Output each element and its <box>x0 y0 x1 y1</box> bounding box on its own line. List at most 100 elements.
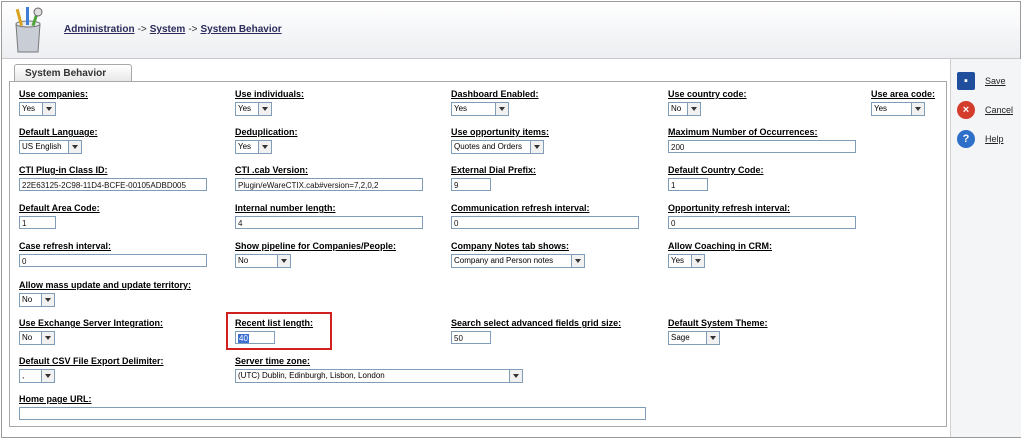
breadcrumb-separator: -> <box>137 24 147 35</box>
field-label: Home page URL: <box>19 394 92 404</box>
case-refresh-input[interactable]: 0 <box>19 254 207 267</box>
use-companies-select[interactable]: Yes <box>19 102 56 116</box>
field-label: Server time zone: <box>235 356 311 366</box>
company-notes-tab-select[interactable]: Company and Person notes <box>451 254 585 268</box>
chevron-down-icon <box>41 370 54 382</box>
field-label: CTI Plug-in Class ID: <box>19 165 108 175</box>
cancel-x-icon: × <box>957 101 975 119</box>
field-label: Communication refresh interval: <box>451 203 590 213</box>
chevron-down-icon <box>68 141 81 153</box>
field-label: Default Language: <box>19 127 98 137</box>
field-default-country-code: Default Country Code: 1 <box>668 165 764 191</box>
default-area-code-input[interactable]: 1 <box>19 216 56 229</box>
internal-number-length-input[interactable]: 4 <box>235 216 423 229</box>
server-time-zone-select[interactable]: (UTC) Dublin, Edinburgh, Lisbon, London <box>235 369 523 383</box>
field-external-dial-prefix: External Dial Prefix: 9 <box>451 165 536 191</box>
field-label: Use country code: <box>668 89 747 99</box>
opportunity-refresh-input[interactable]: 0 <box>668 216 856 229</box>
field-server-time-zone: Server time zone: (UTC) Dublin, Edinburg… <box>235 356 523 383</box>
chevron-down-icon <box>277 255 290 267</box>
field-label: Dashboard Enabled: <box>451 89 539 99</box>
field-label: Use Exchange Server Integration: <box>19 318 164 328</box>
chevron-down-icon <box>495 103 508 115</box>
field-label: Allow mass update and update territory: <box>19 280 192 290</box>
field-label: Maximum Number of Occurrences: <box>668 127 818 137</box>
field-label: Default System Theme: <box>668 318 768 328</box>
allow-mass-update-select[interactable]: No <box>19 293 55 307</box>
use-individuals-select[interactable]: Yes <box>235 102 272 116</box>
field-default-language: Default Language: US English <box>19 127 98 154</box>
use-area-code-select[interactable]: Yes <box>871 102 925 116</box>
chevron-down-icon <box>258 103 271 115</box>
cti-plugin-class-id-input[interactable]: 22E63125-2C98-11D4-BCFE-00105ADBD005 <box>19 178 207 191</box>
chevron-down-icon <box>42 103 55 115</box>
default-country-code-input[interactable]: 1 <box>668 178 708 191</box>
use-country-code-select[interactable]: No <box>668 102 701 116</box>
breadcrumb-system[interactable]: System <box>150 24 186 35</box>
field-use-exchange: Use Exchange Server Integration: No <box>19 318 163 345</box>
chevron-down-icon <box>691 255 704 267</box>
home-page-url-input[interactable] <box>19 407 646 420</box>
field-company-notes-tab: Company Notes tab shows: Company and Per… <box>451 241 585 268</box>
field-label: Default CSV File Export Delimiter: <box>19 356 164 366</box>
breadcrumb-administration[interactable]: Administration <box>64 24 135 35</box>
field-internal-number-length: Internal number length: 4 <box>235 203 423 229</box>
chevron-down-icon <box>41 332 54 344</box>
cancel-button[interactable]: × Cancel <box>957 101 1013 119</box>
cancel-label: Cancel <box>985 105 1014 115</box>
tab-system-behavior[interactable]: System Behavior <box>14 64 132 81</box>
save-button[interactable]: ▪ Save <box>957 72 1006 90</box>
chevron-down-icon <box>911 103 924 115</box>
chevron-down-icon <box>687 103 700 115</box>
default-theme-select[interactable]: Sage <box>668 331 720 345</box>
field-label: Case refresh interval: <box>19 241 112 251</box>
allow-coaching-select[interactable]: Yes <box>668 254 705 268</box>
field-label: Show pipeline for Companies/People: <box>235 241 397 251</box>
use-opportunity-items-select[interactable]: Quotes and Orders <box>451 140 544 154</box>
field-allow-coaching: Allow Coaching in CRM: Yes <box>668 241 772 268</box>
chevron-down-icon <box>41 294 54 306</box>
field-cti-plugin-class-id: CTI Plug-in Class ID: 22E63125-2C98-11D4… <box>19 165 207 191</box>
external-dial-prefix-input[interactable]: 9 <box>451 178 491 191</box>
header-bar: Administration -> System -> System Behavior <box>2 2 1020 59</box>
field-use-country-code: Use country code: No <box>668 89 747 116</box>
field-home-page-url: Home page URL: <box>19 394 646 420</box>
csv-delimiter-select[interactable]: , <box>19 369 55 383</box>
field-use-area-code: Use area code: Yes <box>871 89 935 116</box>
field-label: Default Country Code: <box>668 165 764 175</box>
chevron-down-icon <box>258 141 271 153</box>
administration-tools-icon <box>15 7 43 53</box>
field-use-companies: Use companies: Yes <box>19 89 88 116</box>
field-label: Search select advanced fields grid size: <box>451 318 622 328</box>
search-grid-size-input[interactable]: 50 <box>451 331 491 344</box>
field-opportunity-refresh: Opportunity refresh interval: 0 <box>668 203 856 229</box>
field-label: Opportunity refresh interval: <box>668 203 791 213</box>
chevron-down-icon <box>571 255 584 267</box>
breadcrumb: Administration -> System -> System Behavior <box>64 24 282 35</box>
use-exchange-select[interactable]: No <box>19 331 55 345</box>
breadcrumb-separator: -> <box>188 24 198 35</box>
max-occurrences-input[interactable]: 200 <box>668 140 856 153</box>
help-label: Help <box>985 134 1004 144</box>
highlight-box <box>226 312 332 350</box>
field-csv-delimiter: Default CSV File Export Delimiter: , <box>19 356 164 383</box>
deduplication-select[interactable]: Yes <box>235 140 272 154</box>
breadcrumb-system-behavior[interactable]: System Behavior <box>200 24 281 35</box>
chevron-down-icon <box>530 141 543 153</box>
field-label: Use individuals: <box>235 89 305 99</box>
field-label: Use area code: <box>871 89 936 99</box>
chevron-down-icon <box>509 370 522 382</box>
communication-refresh-input[interactable]: 0 <box>451 216 639 229</box>
chevron-down-icon <box>706 332 719 344</box>
field-search-grid-size: Search select advanced fields grid size:… <box>451 318 621 344</box>
field-label: Company Notes tab shows: <box>451 241 570 251</box>
help-button[interactable]: ? Help <box>957 130 1004 148</box>
show-pipeline-select[interactable]: No <box>235 254 291 268</box>
field-show-pipeline: Show pipeline for Companies/People: No <box>235 241 396 268</box>
dashboard-enabled-select[interactable]: Yes <box>451 102 509 116</box>
field-label: Deduplication: <box>235 127 298 137</box>
field-label: Default Area Code: <box>19 203 100 213</box>
field-use-opportunity-items: Use opportunity items: Quotes and Orders <box>451 127 549 154</box>
cti-cab-version-input[interactable]: Plugin/eWareCTIX.cab#version=7,2,0,2 <box>235 178 423 191</box>
default-language-select[interactable]: US English <box>19 140 82 154</box>
